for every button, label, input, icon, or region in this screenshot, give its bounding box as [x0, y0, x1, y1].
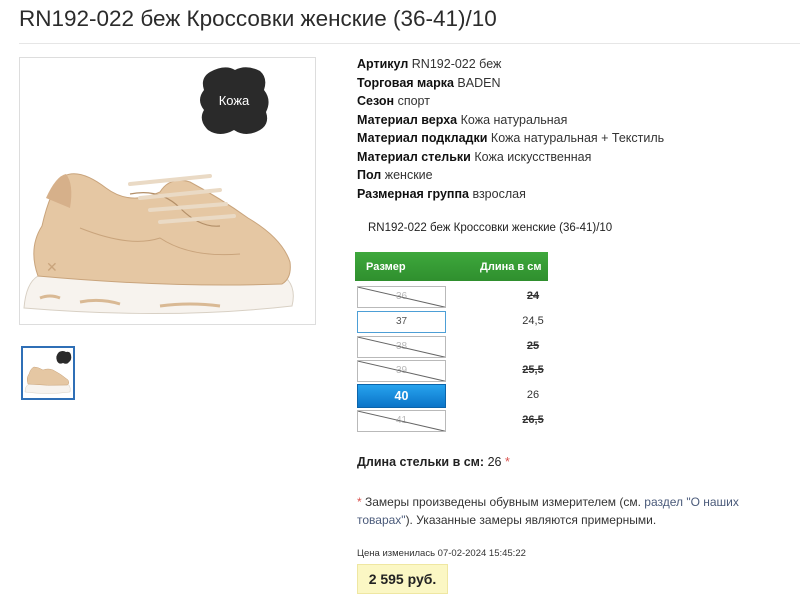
size-button-38: 38: [357, 336, 446, 358]
leather-badge-icon: Кожа: [200, 67, 269, 134]
spec-season: Сезон спорт: [357, 94, 430, 108]
svg-text:✕: ✕: [46, 259, 58, 275]
size-table-header: Размер Длина в см: [355, 252, 548, 281]
size-button-41: 41: [357, 410, 446, 432]
price-badge: 2 595 руб.: [357, 564, 448, 594]
note-text-start: Замеры произведены обувным измерителем (…: [361, 495, 645, 509]
length-37: 24,5: [522, 315, 544, 327]
page-title: RN192-022 беж Кроссовки женские (36-41)/…: [19, 6, 497, 31]
spec-size-group: Размерная группа взрослая: [357, 186, 526, 201]
note-text-end: ). Указанные замеры являются примерными.: [405, 513, 657, 527]
insole-length-value: 26: [487, 455, 502, 469]
size-button-36: 36: [357, 286, 446, 308]
product-specs: Артикул RN192-022 беж Торговая марка BAD…: [357, 55, 664, 203]
spec-gender: Пол женские: [357, 168, 433, 182]
spec-brand: Торговая марка BADEN: [357, 75, 501, 90]
title-divider: [19, 43, 800, 44]
sneaker-image: Кожа ✕: [23, 67, 294, 315]
insole-star: *: [504, 455, 510, 469]
product-subtitle: RN192-022 беж Кроссовки женские (36-41)/…: [368, 222, 613, 234]
length-36: 24: [526, 290, 540, 302]
size-button-40[interactable]: 40: [357, 384, 446, 408]
price-changed-date: Цена изменилась 07-02-2024 15:45:22: [357, 548, 526, 559]
length-41: 26,5: [522, 414, 544, 426]
length-38: 25: [526, 340, 540, 352]
length-40: 26: [526, 389, 540, 401]
spec-article: Артикул RN192-022 беж: [357, 57, 502, 71]
spec-insole-material: Материал стельки Кожа искусственная: [357, 149, 592, 164]
thumbnail-image: [24, 351, 72, 394]
length-39: 25,5: [522, 364, 544, 376]
size-button-37[interactable]: 37: [357, 311, 446, 333]
spec-upper-material: Материал верха Кожа натуральная: [357, 112, 568, 127]
measurement-note: * Замеры произведены обувным измерителем…: [357, 493, 767, 529]
size-column-header: Размер: [366, 261, 406, 273]
product-main-image[interactable]: Кожа ✕: [19, 57, 316, 325]
product-thumbnail[interactable]: [21, 346, 75, 400]
shoe-drawing: ✕: [23, 173, 294, 315]
badge-label: Кожа: [219, 93, 250, 108]
insole-length-label: Длина стельки в см:: [357, 455, 485, 469]
insole-length: Длина стельки в см: 26 *: [357, 455, 510, 469]
spec-lining-material: Материал подкладки Кожа натуральная + Те…: [357, 131, 665, 145]
size-button-39: 39: [357, 360, 446, 382]
length-column-header: Длина в см: [480, 261, 542, 273]
